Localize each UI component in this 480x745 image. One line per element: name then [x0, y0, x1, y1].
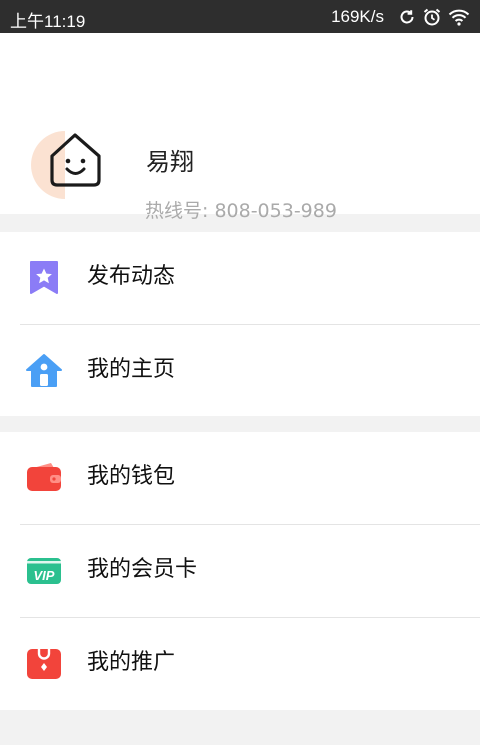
menu-item-my-promotion[interactable]: 我的推广: [0, 618, 480, 710]
menu-item-label: 我的会员卡: [87, 557, 198, 582]
wifi-icon: [448, 9, 470, 26]
home-icon: [26, 354, 62, 387]
menu-item-label: 我的主页: [87, 357, 176, 382]
menu-item-label: 我的推广: [87, 650, 176, 675]
status-bar: 上午11:19 169K/s: [0, 0, 480, 33]
status-indicators: 169K/s: [331, 7, 470, 27]
profile-name: 易翔: [146, 148, 194, 176]
promotion-bag-icon: [27, 649, 61, 679]
alarm-icon: [423, 8, 441, 26]
network-speed: 169K/s: [331, 7, 384, 26]
menu-item-my-homepage[interactable]: 我的主页: [0, 325, 480, 417]
svg-text:VIP: VIP: [34, 568, 55, 583]
sync-icon: [400, 10, 414, 24]
wallet-icon: [27, 463, 61, 491]
status-time: 上午11:19: [10, 12, 86, 31]
menu-item-my-wallet[interactable]: 我的钱包: [0, 432, 480, 524]
vip-card-icon: VIP: [27, 558, 61, 584]
profile-header[interactable]: 易翔 热线号: 808-053-989: [0, 33, 480, 222]
smiling-house-icon: [31, 131, 101, 199]
profile-hotline: 热线号: 808-053-989: [145, 200, 337, 222]
star-bookmark-icon: [30, 261, 58, 294]
menu-item-publish-post[interactable]: 发布动态: [0, 232, 480, 324]
menu-item-label: 我的钱包: [87, 464, 176, 489]
menu-item-membership-card[interactable]: VIP 我的会员卡: [0, 525, 480, 617]
menu-item-label: 发布动态: [87, 264, 176, 289]
menu-group-content: 发布动态 我的主页: [0, 232, 480, 416]
menu-group-account: 我的钱包 VIP 我的会员卡 我的推广: [0, 432, 480, 710]
